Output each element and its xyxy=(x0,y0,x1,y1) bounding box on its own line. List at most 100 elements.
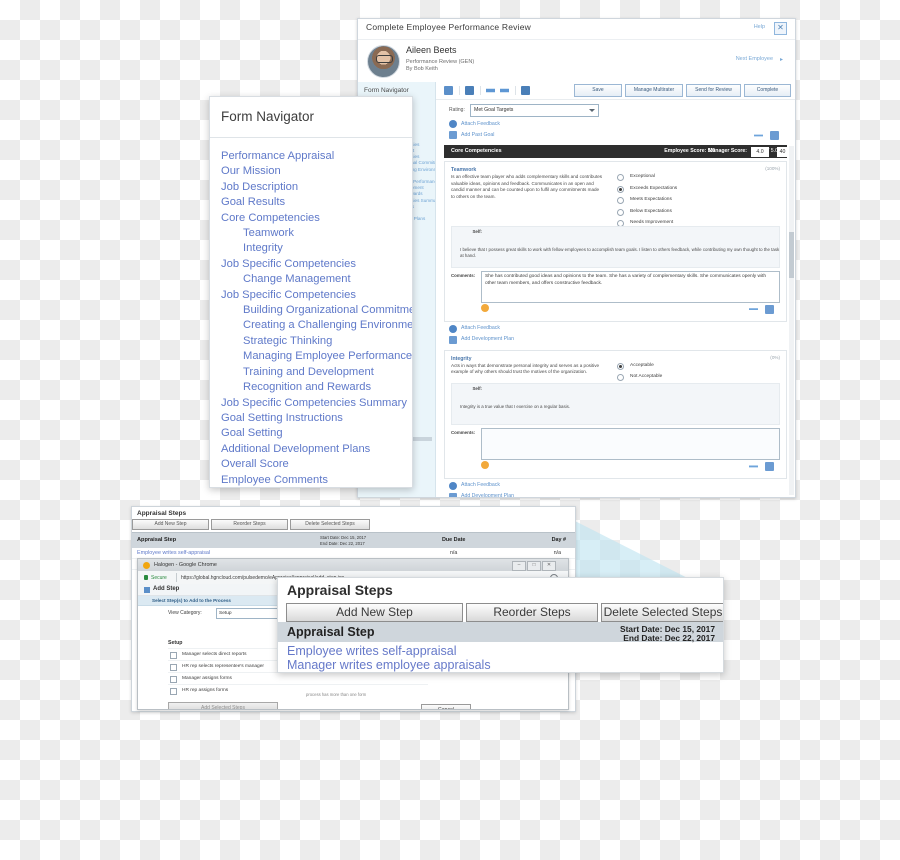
content-scrollbar-thumb[interactable] xyxy=(789,232,794,278)
print-form-icon[interactable] xyxy=(444,86,453,95)
notes-icon[interactable] xyxy=(765,304,774,314)
close-icon[interactable]: ✕ xyxy=(774,22,787,35)
integrity-dev-plan-row[interactable]: Add Development Plan xyxy=(436,492,795,497)
self-label: Self: xyxy=(472,385,482,391)
checkbox-icon[interactable] xyxy=(170,688,177,695)
reorder-steps-button[interactable]: Reorder Steps xyxy=(466,603,598,622)
add-selected-steps-button[interactable]: Add Selected Steps xyxy=(168,702,278,709)
browser-titlebar: Halogen - Google Chrome – □ ✕ xyxy=(138,559,568,571)
checkbox-icon[interactable] xyxy=(170,652,177,659)
manager-score-input[interactable]: 4.0 xyxy=(751,146,769,157)
mood-icon[interactable] xyxy=(481,303,489,312)
next-employee-link[interactable]: Next Employee xyxy=(736,56,773,62)
teamwork-dev-plan-row[interactable]: Add Development Plan xyxy=(436,335,795,346)
nav-item-building-organizational-commitment[interactable]: Building Organizational Commitment xyxy=(221,303,412,318)
radio-icon-selected[interactable] xyxy=(617,362,624,370)
radio-option[interactable]: Exceeds Expectations xyxy=(617,183,677,195)
nav-item-recognition-and-rewards[interactable]: Recognition and Rewards xyxy=(221,380,412,395)
nav-item-change-management[interactable]: Change Management xyxy=(221,272,412,287)
nav-item-goal-setting[interactable]: Goal Setting xyxy=(221,426,412,441)
spellcheck-icon[interactable] xyxy=(486,88,495,93)
delete-selected-steps-button[interactable]: Delete Selected Steps xyxy=(601,603,723,622)
radio-icon-selected[interactable] xyxy=(617,185,624,193)
chevron-right-icon[interactable]: ▸ xyxy=(780,56,783,63)
nav-item-managing-employee-performance[interactable]: Managing Employee Performance xyxy=(221,349,412,364)
step-link-manager-appraisal[interactable]: Manager writes employee appraisals xyxy=(287,658,491,672)
reorder-steps-button[interactable]: Reorder Steps xyxy=(211,519,288,530)
nav-item-training-and-development[interactable]: Training and Development xyxy=(221,365,412,380)
add-new-step-button[interactable]: Add New Step xyxy=(132,519,209,530)
teamwork-comments-textarea[interactable]: She has contributed good ideas and opini… xyxy=(481,270,780,303)
spellcheck-icon[interactable] xyxy=(749,308,758,311)
view-category-select[interactable]: Setup xyxy=(216,608,280,619)
integrity-attach-feedback-row[interactable]: Attach Feedback xyxy=(436,481,795,492)
nav-item-employee-comments[interactable]: Employee Comments xyxy=(221,473,412,487)
step-link-self-appraisal[interactable]: Employee writes self-appraisal xyxy=(287,644,457,658)
radio-option[interactable]: Below Expectations xyxy=(617,206,677,218)
nav-item-additional-development-plans[interactable]: Additional Development Plans xyxy=(221,442,412,457)
radio-option[interactable]: Not Acceptable xyxy=(617,371,662,383)
attach-feedback-row[interactable]: Attach Feedback xyxy=(436,119,795,130)
notes-icon[interactable] xyxy=(770,131,779,140)
integrity-comments-textarea[interactable] xyxy=(481,427,780,460)
nav-item-job-specific-competencies[interactable]: Job Specific Competencies xyxy=(221,257,412,272)
manage-multirater-button[interactable]: Manage Multirater xyxy=(625,84,683,97)
nav-item-job-specific-competencies-summary[interactable]: Job Specific Competencies Summary xyxy=(221,396,412,411)
spellcheck-icon[interactable] xyxy=(749,465,758,468)
add-past-goal-row[interactable]: Add Past Goal xyxy=(436,130,795,141)
radio-option[interactable]: Meets Expectations xyxy=(617,194,677,206)
nav-item-job-description[interactable]: Job Description xyxy=(221,180,412,195)
checkbox-icon[interactable] xyxy=(170,676,177,683)
close-button[interactable]: ✕ xyxy=(542,561,556,571)
nav-item-integrity[interactable]: Integrity xyxy=(221,241,412,256)
checkbox-icon[interactable] xyxy=(170,664,177,671)
radio-option[interactable]: Exceptional xyxy=(617,171,677,183)
translate-icon[interactable] xyxy=(500,88,509,93)
mood-icon[interactable] xyxy=(481,460,489,469)
teamwork-attach-feedback-row[interactable]: Attach Feedback xyxy=(436,324,795,335)
minimize-button[interactable]: – xyxy=(512,561,526,571)
help-link[interactable]: Help xyxy=(754,24,765,30)
radio-icon[interactable] xyxy=(617,197,624,204)
rating-select[interactable]: Met Goal Targets xyxy=(470,104,599,117)
form-note: process has more than one form xyxy=(306,692,367,697)
nav-item-teamwork[interactable]: Teamwork xyxy=(221,226,412,241)
attach-feedback-link[interactable]: Attach Feedback xyxy=(461,325,500,331)
complete-button[interactable]: Complete xyxy=(744,84,791,97)
notes-icon[interactable] xyxy=(765,461,774,471)
spellcheck-icon[interactable] xyxy=(754,134,763,137)
save-button[interactable]: Save xyxy=(574,84,622,97)
nav-item-creating-a-challenging-environment[interactable]: Creating a Challenging Environment xyxy=(221,318,412,333)
nav-item-overall-score[interactable]: Overall Score xyxy=(221,457,412,472)
add-new-step-button[interactable]: Add New Step xyxy=(286,603,463,622)
nav-item-goal-results[interactable]: Goal Results xyxy=(221,195,412,210)
nav-item-job-specific-competencies-2[interactable]: Job Specific Competencies xyxy=(221,288,412,303)
print-icon[interactable] xyxy=(465,86,474,95)
maximize-button[interactable]: □ xyxy=(527,561,541,571)
step-checkbox-row[interactable]: Manager assigns forms xyxy=(168,672,428,684)
step-link[interactable]: Employee writes self-appraisal xyxy=(137,550,210,556)
weight-input[interactable]: 40 xyxy=(777,146,788,157)
callout-title: Form Navigator xyxy=(221,109,315,124)
cancel-button[interactable]: Cancel xyxy=(421,704,471,709)
attach-feedback-link[interactable]: Attach Feedback xyxy=(461,482,500,488)
form-name: Performance Review (GEN) xyxy=(406,59,475,65)
add-development-plan-link[interactable]: Add Development Plan xyxy=(461,493,514,497)
step-checkbox-row[interactable]: HR rep assigns forms xyxy=(168,684,428,696)
add-past-goal-link[interactable]: Add Past Goal xyxy=(461,132,494,138)
nav-item-our-mission[interactable]: Our Mission xyxy=(221,164,412,179)
delete-selected-steps-button[interactable]: Delete Selected Steps xyxy=(290,519,370,530)
nav-item-core-competencies[interactable]: Core Competencies xyxy=(221,211,412,226)
radio-icon[interactable] xyxy=(617,374,624,382)
radio-icon[interactable] xyxy=(617,174,624,181)
attach-feedback-link[interactable]: Attach Feedback xyxy=(461,121,500,127)
nav-item-goal-setting-instructions[interactable]: Goal Setting Instructions xyxy=(221,411,412,426)
content-scrollbar-track[interactable] xyxy=(789,146,794,495)
radio-option[interactable]: Acceptable xyxy=(617,360,662,372)
radio-icon[interactable] xyxy=(617,208,624,216)
nav-item-strategic-thinking[interactable]: Strategic Thinking xyxy=(221,334,412,349)
nav-item-performance-appraisal[interactable]: Performance Appraisal xyxy=(221,149,412,164)
send-for-review-button[interactable]: Send for Review xyxy=(686,84,741,97)
add-development-plan-link[interactable]: Add Development Plan xyxy=(461,336,514,342)
save-draft-icon[interactable] xyxy=(521,86,530,95)
